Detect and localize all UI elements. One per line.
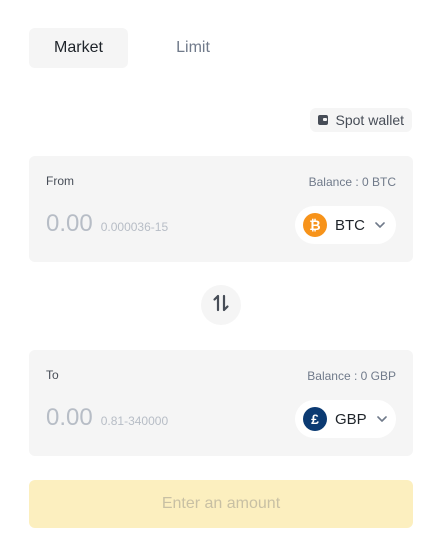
submit-button[interactable]: Enter an amount — [29, 480, 413, 528]
from-coin-symbol: BTC — [335, 216, 365, 234]
swap-vertical-icon — [212, 294, 230, 317]
convert-page: Market Limit Spot wallet From Balance : … — [0, 0, 435, 555]
swap-direction-button[interactable] — [201, 285, 241, 325]
from-amount-placeholder: 0.00 — [46, 210, 93, 237]
to-panel: To Balance : 0 GBP 0.00 0.81-340000 £ GB… — [29, 350, 413, 456]
tab-market[interactable]: Market — [29, 28, 128, 68]
from-label: From — [46, 174, 74, 188]
spot-wallet-label: Spot wallet — [335, 112, 404, 128]
to-amount-input[interactable]: 0.00 0.81-340000 — [46, 404, 168, 432]
chevron-down-icon — [376, 414, 387, 424]
wallet-icon — [317, 115, 330, 125]
from-panel: From Balance : 0 BTC 0.00 0.000036-15 ₿ … — [29, 156, 413, 262]
to-label: To — [46, 368, 59, 382]
to-coin-symbol: GBP — [335, 410, 367, 428]
tab-limit[interactable]: Limit — [128, 28, 258, 68]
from-amount-range: 0.000036-15 — [100, 220, 169, 234]
btc-icon: ₿ — [303, 213, 327, 237]
order-type-tabs: Market Limit — [29, 28, 258, 68]
to-amount-placeholder: 0.00 — [46, 404, 93, 431]
chevron-down-icon — [375, 220, 385, 230]
gbp-icon: £ — [303, 407, 327, 431]
from-amount-input[interactable]: 0.00 0.000036-15 — [46, 210, 168, 238]
spot-wallet-button[interactable]: Spot wallet — [309, 108, 412, 132]
to-balance: Balance : 0 GBP — [307, 369, 396, 383]
from-balance: Balance : 0 BTC — [308, 175, 396, 189]
from-coin-select[interactable]: ₿ BTC — [295, 206, 396, 244]
to-amount-range: 0.81-340000 — [100, 414, 169, 428]
to-coin-select[interactable]: £ GBP — [295, 400, 396, 438]
